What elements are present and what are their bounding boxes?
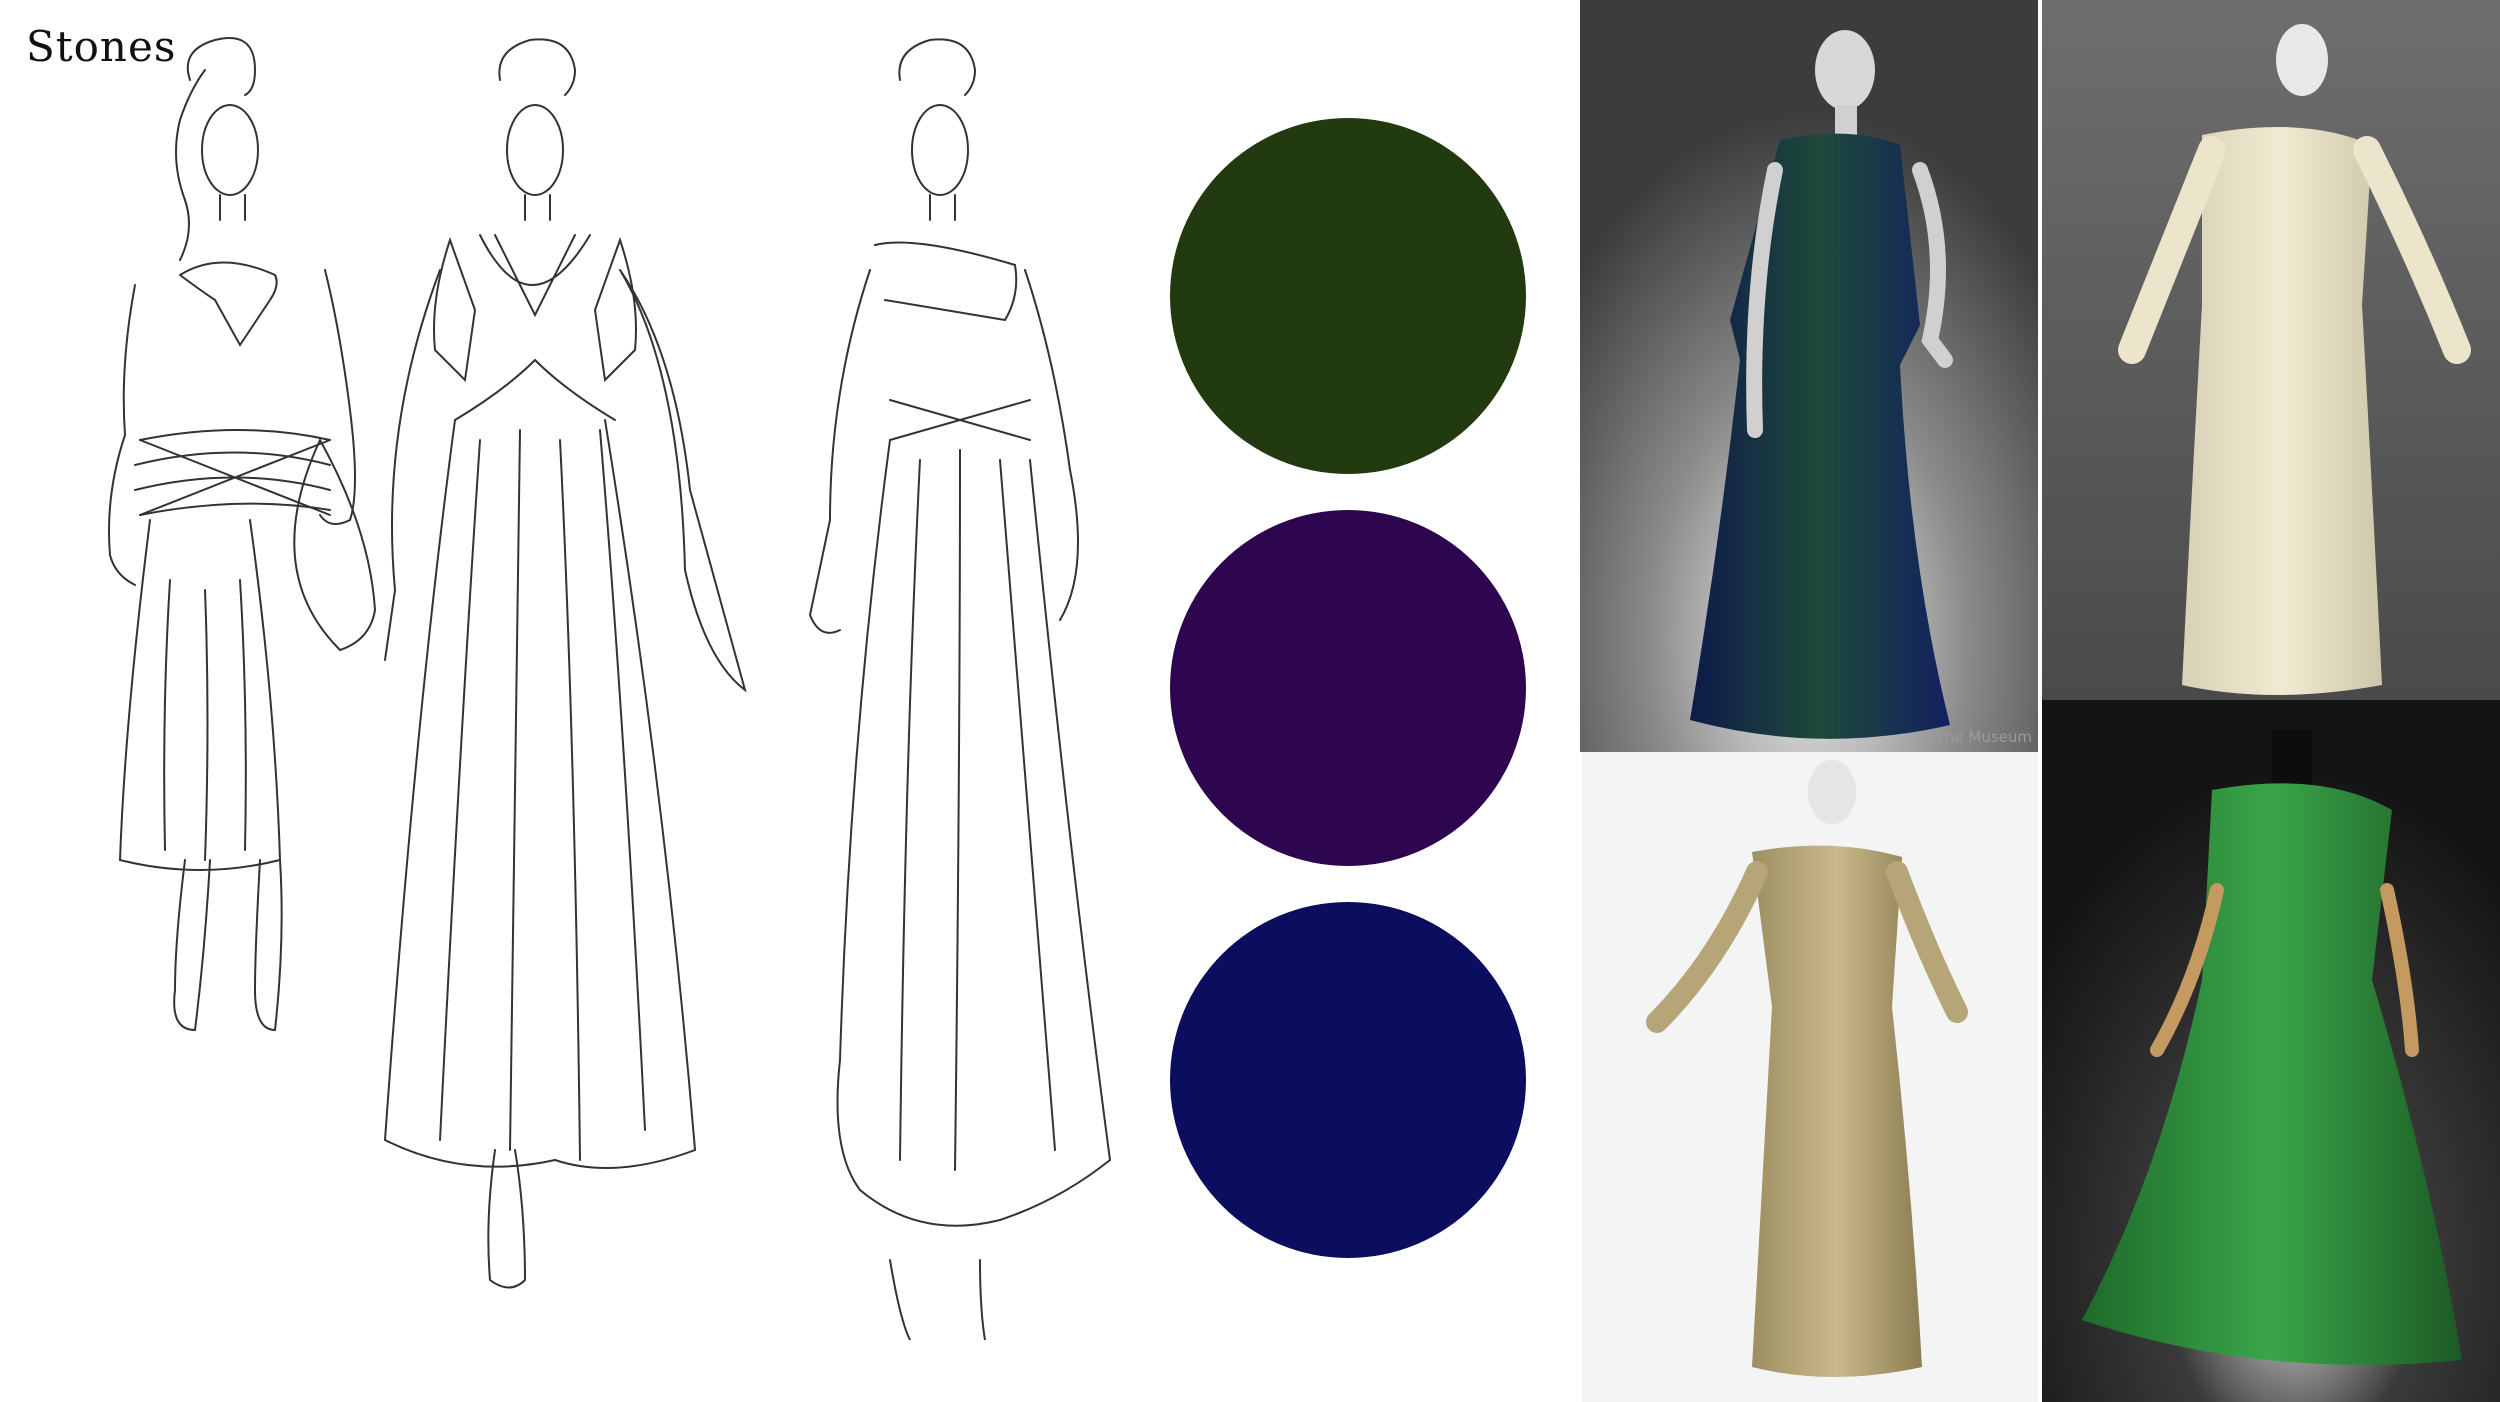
photo-navy-gown: The Museum xyxy=(1580,0,2038,752)
swatch-navy xyxy=(1170,902,1526,1258)
swatch-green xyxy=(1170,118,1526,474)
sketch-figure-2 xyxy=(383,38,747,1289)
sketch-figure-1 xyxy=(108,37,377,1032)
photo-gold-gown xyxy=(1582,752,2038,1402)
photo-watermark: The Museum xyxy=(1935,728,2032,746)
photo-cream-gown xyxy=(2042,0,2500,700)
sketch-figure-3 xyxy=(808,38,1112,1340)
gown-sketches xyxy=(108,37,1112,1340)
photo-green-gown xyxy=(2042,700,2500,1402)
swatch-purple xyxy=(1170,510,1526,866)
